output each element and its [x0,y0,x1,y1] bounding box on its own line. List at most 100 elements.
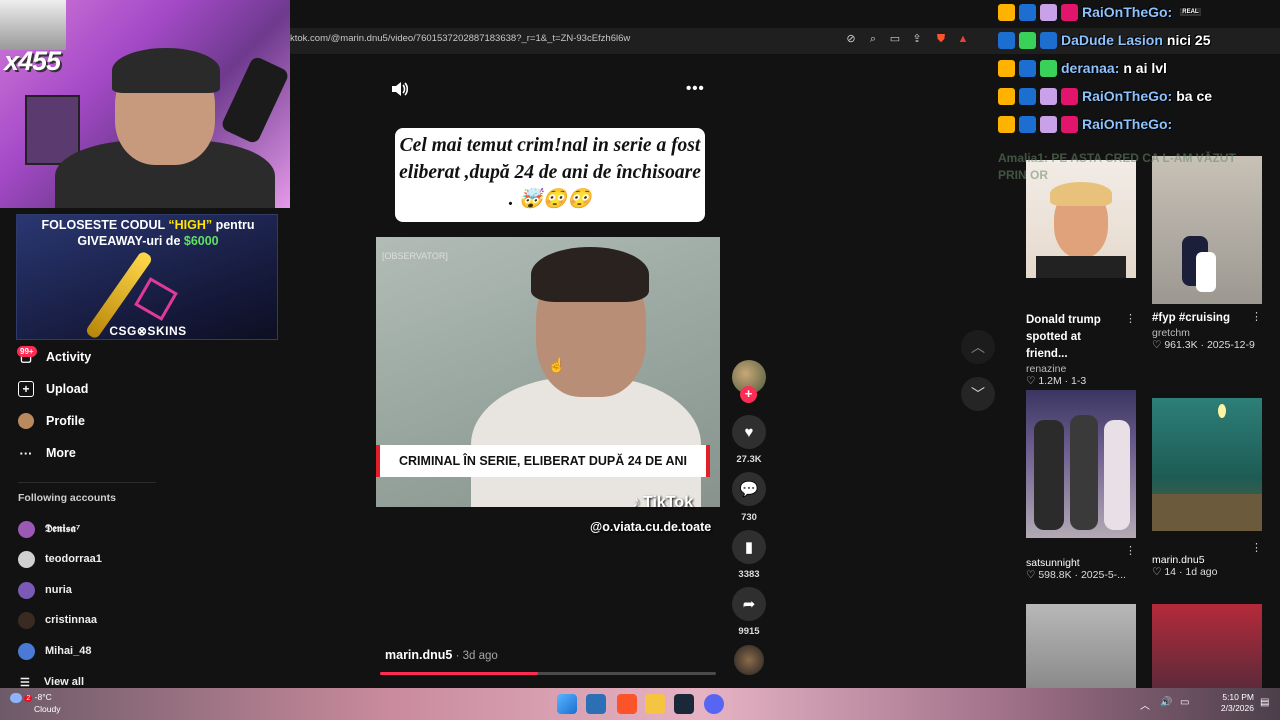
follow-plus-button[interactable]: + [740,386,757,403]
more-options-icon[interactable]: ⋮ [1125,312,1136,363]
seven-tv-badge-icon [1061,87,1078,105]
chat-message: DaDude Lasion nici 25 [998,29,1211,51]
more-options-icon[interactable]: ⋮ [1251,310,1262,327]
hand-cursor-icon: ☝ [548,357,566,373]
grid-item[interactable] [1152,604,1262,688]
comment-icon: 💬 [739,481,759,498]
wrench-badge-icon [998,31,1015,49]
file-explorer-icon[interactable] [645,694,665,714]
grid-badge-icon [1019,31,1036,49]
gift-badge-icon [1040,87,1057,105]
wrench-badge-icon [1019,115,1036,133]
grid-item[interactable]: ⋮ marin.dnu5 ♡ 14 · 1d ago [1152,398,1262,578]
save-button[interactable]: ▮ [732,530,766,564]
grid-item[interactable]: ⋮ satsunnight ♡ 598.8K · 2025-5-... [1026,390,1136,581]
avatar [18,550,35,568]
divider [18,482,156,483]
tiktok-watermark: ♪ TikTok [632,494,694,511]
sponsor-brand: CSG⊗SKINS [109,324,187,338]
hexagon-logo-icon [134,277,178,321]
notification-badge: 99+ [17,346,37,357]
grid-item[interactable] [1026,604,1136,688]
gift-badge-icon [1040,59,1057,77]
heart-icon: ♥ [744,423,754,441]
next-video-button[interactable]: ﹀ [961,377,995,411]
more-options-icon[interactable]: ⋮ [1125,544,1136,557]
observator-watermark: [OBSERVATOR] [382,251,448,261]
video-progress-fill [380,672,538,675]
discord-icon[interactable] [704,694,724,714]
reader-off-icon[interactable]: ⊘ [844,32,858,46]
like-count: 27.3K [736,454,762,465]
more-options-icon[interactable]: ⋮ [1251,541,1262,554]
brave-shield-icon[interactable]: ⛊ [934,32,948,46]
wrench-badge-icon [1040,31,1057,49]
following-account[interactable]: teodorraa1 [18,549,102,569]
crown-badge-icon [998,87,1015,105]
share-arrow-icon: ➦ [742,596,756,613]
task-view-icon[interactable] [586,694,606,714]
grid-item[interactable]: #fyp #cruising ⋮ gretchm ♡ 961.3K · 2025… [1152,156,1262,351]
clock[interactable]: 5:10 PM 2/3/2026 [1214,692,1254,714]
following-account[interactable]: Mihai_48 [18,641,91,661]
following-account[interactable]: 𝕯𝖊𝖓𝖎𝖘𝖆⁷ [18,519,80,539]
chevron-up-icon: ︿ [971,339,985,355]
crown-badge-icon [998,59,1015,77]
volume-tray-icon[interactable]: 🔊 [1160,697,1172,708]
streamer-avatar [0,0,66,50]
following-account[interactable]: nuria [18,580,72,600]
share-icon[interactable]: ⇪ [910,32,924,46]
wrench-badge-icon [1019,59,1036,77]
notification-icon[interactable]: ▤ [1260,697,1269,708]
sidebar-item-more[interactable]: ··· More [18,442,76,464]
avatar-icon [18,413,34,429]
video-author[interactable]: marin.dnu5 · 3d ago [385,648,498,662]
sponsor-banner: FOLOSESTE CODUL “HIGH” pentru GIVEAWAY-u… [16,214,278,340]
seven-tv-badge-icon [1061,115,1078,133]
plus-square-icon: + [18,381,34,397]
network-icon[interactable]: ▭ [1180,697,1189,708]
avatar [18,520,35,538]
share-count: 9915 [738,626,760,637]
steam-icon[interactable] [674,694,694,714]
watermark-handle: @o.viata.cu.de.toate [590,520,712,534]
grid-item[interactable]: Donald trump spotted at friend... ⋮ rena… [1026,160,1136,387]
address-bar[interactable]: ktok.com/@marin.dnu5/video/7601537202887… [290,33,630,44]
more-options-icon[interactable]: ••• [686,80,705,97]
avatar [18,611,35,629]
wrench-badge-icon [1019,3,1036,21]
rewards-icon[interactable]: ▲ [956,32,970,46]
volume-icon[interactable] [390,80,410,98]
tray-chevron-icon[interactable]: ︿ [1140,697,1150,712]
news-banner: CRIMINAL ÎN SERIE, ELIBERAT DUPĂ 24 DE A… [376,445,710,477]
brave-browser-icon[interactable] [617,694,637,714]
weather-widget[interactable]: 2 -8°C Cloudy [10,692,60,714]
chat-message: deranaa: n ai lvl [998,57,1167,79]
wrench-badge-icon [1019,87,1036,105]
following-header: Following accounts [18,492,117,504]
bookmark-icon: ▮ [744,539,754,556]
save-count: 3383 [738,569,760,580]
gift-badge-icon [1040,3,1057,21]
pip-icon[interactable]: ▭ [888,32,902,46]
comment-button[interactable]: 💬 [732,472,766,506]
sidebar-item-profile[interactable]: Profile [18,410,85,432]
start-button[interactable] [557,694,577,714]
avatar [18,642,35,660]
more-icon: ··· [19,445,33,461]
sidebar-item-upload[interactable]: + Upload [18,378,88,400]
seven-tv-badge-icon [1061,3,1078,21]
previous-video-button[interactable]: ︿ [961,330,995,364]
crown-badge-icon [998,115,1015,133]
share-button[interactable]: ➦ [732,587,766,621]
comment-count: 730 [741,512,757,523]
like-button[interactable]: ♥ [732,415,766,449]
video-caption: Cel mai temut crim!nal in serie a fost e… [395,128,705,222]
zoom-icon[interactable]: ⌕ [866,32,880,46]
windows-taskbar [0,688,1280,720]
crown-badge-icon [998,3,1015,21]
music-disc[interactable] [734,645,764,675]
chat-message: RaiOnTheGo: ba ce [998,85,1212,107]
following-account[interactable]: cristinnaa [18,610,97,630]
tiktok-logo-icon: ♪ [632,494,640,511]
